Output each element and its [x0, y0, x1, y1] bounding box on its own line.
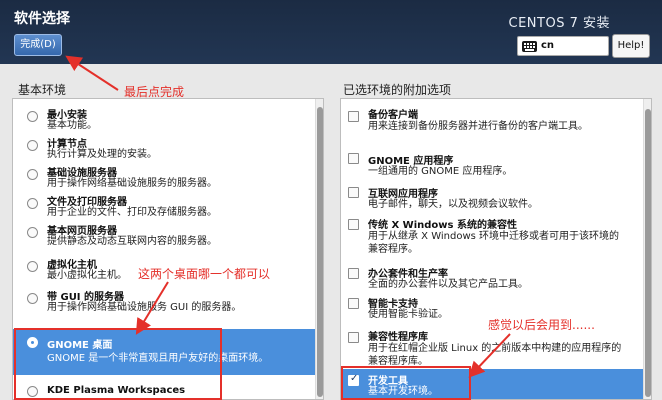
left-scrollbar[interactable]: [315, 99, 323, 399]
devtools-highlight-box: [341, 366, 471, 400]
keyboard-icon: [522, 41, 537, 52]
arrow-to-done: [65, 55, 119, 91]
checkbox[interactable]: [348, 332, 359, 343]
addon-item[interactable]: 传统 X Windows 系统的兼容性 用于从继承 X Windows 环境中迁…: [341, 213, 651, 258]
radio-button[interactable]: [27, 261, 38, 272]
addons-list: 备份客户端 用来连接到备份服务器并进行备份的客户端工具。 GNOME 应用程序 …: [340, 98, 652, 400]
env-item[interactable]: 文件及打印服务器 用于企业的文件、打印及存储服务器。: [13, 190, 323, 219]
keyboard-layout-label: cn: [541, 40, 555, 51]
addon-item[interactable]: GNOME 应用程序 一组通用的 GNOME 应用程序。: [341, 147, 651, 177]
addon-item[interactable]: 互联网应用程序 电子邮件，聊天，以及视频会议软件。: [341, 181, 651, 211]
checkbox[interactable]: [348, 153, 359, 164]
radio-button[interactable]: [27, 111, 38, 122]
annotation-done: 最后点完成: [124, 85, 185, 99]
env-item[interactable]: 带 GUI 的服务器 用于操作网络基础设施服务 GUI 的服务器。: [13, 285, 323, 315]
product-title: CENTOS 7 安装: [508, 16, 610, 31]
right-scrollbar[interactable]: [643, 99, 651, 399]
radio-button[interactable]: [27, 198, 38, 209]
keyboard-layout-indicator[interactable]: cn: [517, 36, 609, 56]
header-bar: 软件选择 完成(D) CENTOS 7 安装 cn Help!: [0, 0, 662, 64]
env-item[interactable]: 最小安装 基本功能。: [13, 103, 323, 132]
checkbox[interactable]: [348, 187, 359, 198]
annotation-desktop: 这两个桌面哪一个都可以: [138, 267, 271, 281]
left-scroll-thumb[interactable]: [317, 107, 323, 397]
radio-button[interactable]: [27, 169, 38, 180]
addon-item[interactable]: 办公套件和生产率 全面的办公套件以及其它产品工具。: [341, 262, 651, 292]
radio-button[interactable]: [27, 293, 38, 304]
checkbox[interactable]: [348, 268, 359, 279]
desktop-highlight-box: [14, 328, 222, 400]
addons-title: 已选环境的附加选项: [343, 83, 452, 97]
checkbox[interactable]: [348, 111, 359, 122]
annotation-devtools: 感觉以后会用到......: [488, 318, 595, 332]
page-title: 软件选择: [14, 11, 70, 27]
checkbox[interactable]: [348, 298, 359, 309]
radio-button[interactable]: [27, 227, 38, 238]
env-item[interactable]: 基础设施服务器 用于操作网络基础设施服务的服务器。: [13, 161, 323, 190]
env-item[interactable]: 计算节点 执行计算及处理的安装。: [13, 132, 323, 161]
checkbox[interactable]: [348, 219, 359, 230]
env-item[interactable]: 基本网页服务器 提供静态及动态互联网内容的服务器。: [13, 219, 323, 248]
right-scroll-thumb[interactable]: [645, 109, 651, 397]
addon-item[interactable]: 备份客户端 用来连接到备份服务器并进行备份的客户端工具。: [341, 103, 651, 133]
done-button[interactable]: 完成(D): [14, 34, 62, 56]
help-button[interactable]: Help!: [612, 34, 650, 58]
radio-button[interactable]: [27, 140, 38, 151]
base-environment-title: 基本环境: [18, 83, 67, 97]
